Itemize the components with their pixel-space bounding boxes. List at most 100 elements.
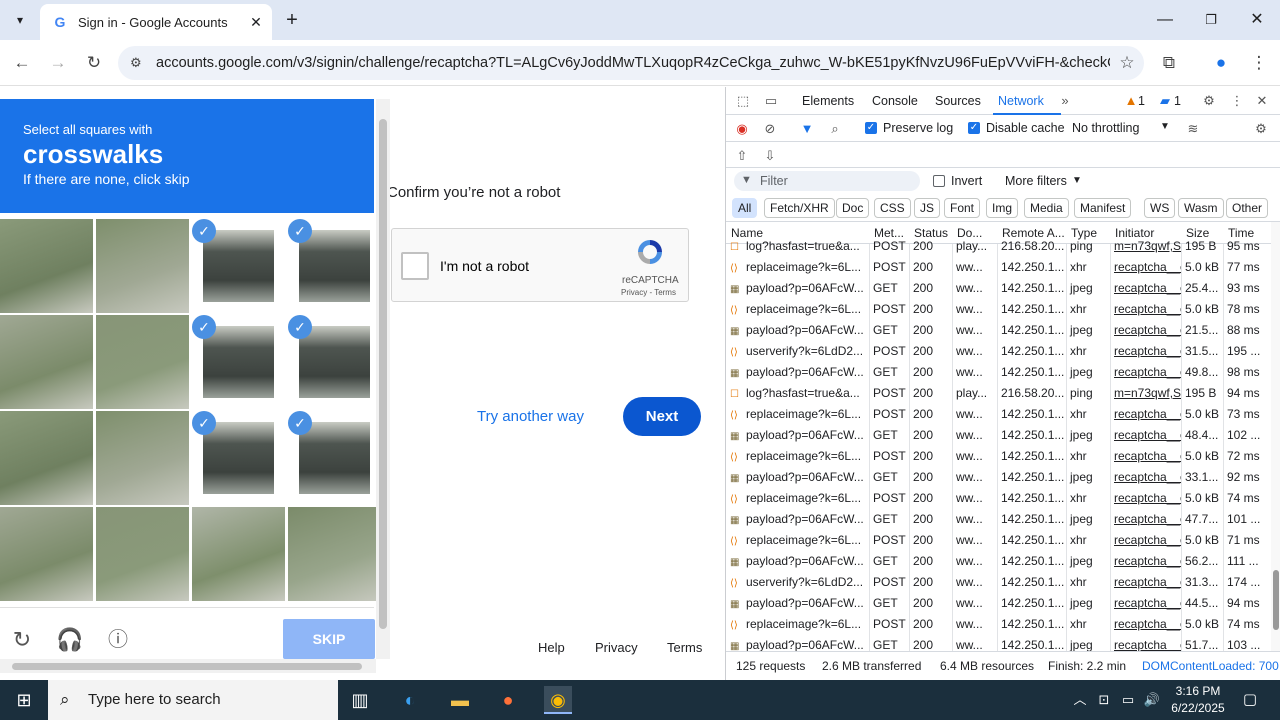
invert-checkbox[interactable] [933,175,945,187]
reload-challenge-icon[interactable]: ↻ [8,626,36,654]
preserve-log-checkbox[interactable]: ✓ [865,122,877,134]
network-table-scrollbar[interactable] [1271,222,1280,651]
export-har-icon[interactable]: ⇩ [761,147,779,165]
request-name[interactable]: ⟨⟩ replaceimage?k=6L... [726,299,869,320]
request-name[interactable]: ▦ payload?p=06AFcW... [726,320,869,341]
footer-privacy-link[interactable]: Privacy [595,640,638,655]
challenge-tile[interactable] [288,507,381,601]
throttling-chevron-icon[interactable]: ▼ [1160,121,1170,132]
network-request-row[interactable]: ⟨⟩ replaceimage?k=6L... POST 200 ww... 142.25… [726,257,1271,278]
challenge-tile[interactable] [96,315,189,409]
request-initiator[interactable]: m=n73qwf,S [1110,236,1181,257]
network-request-row[interactable]: ⟨⟩ userverify?k=6LdD2... POST 200 ww... 142.2… [726,341,1271,362]
network-request-row[interactable]: ▦ payload?p=06AFcW... GET 200 ww... 142.250.1… [726,320,1271,341]
windows-start-icon[interactable]: ⊞ [10,686,38,714]
request-initiator[interactable]: recaptcha__e [1110,320,1181,341]
more-filters-chevron-icon[interactable]: ▼ [1072,175,1082,186]
request-name[interactable]: ▦ payload?p=06AFcW... [726,509,869,530]
challenge-horizontal-scrollbar[interactable] [0,659,376,673]
profile-avatar-icon[interactable]: ● [1208,50,1234,76]
clear-icon[interactable]: ⊘ [761,120,779,138]
address-bar[interactable]: ⚙ accounts.google.com/v3/signin/challeng… [118,46,1144,80]
request-name[interactable]: ▦ payload?p=06AFcW... [726,635,869,651]
type-filter-js[interactable]: JS [914,198,941,218]
type-filter-doc[interactable]: Doc [836,198,870,218]
request-initiator[interactable]: recaptcha__e [1110,467,1181,488]
challenge-tile[interactable]: ✓ [192,315,285,409]
browser-tab[interactable]: G Sign in - Google Accounts ✕ [40,4,272,40]
notifications-icon[interactable]: ▢ [1236,686,1264,714]
network-settings-icon[interactable]: ⚙ [1252,120,1270,138]
search-icon[interactable]: ⌕ [826,120,844,138]
recaptcha-privacy-terms[interactable]: Privacy - Terms [621,288,676,297]
network-request-row[interactable]: ▦ payload?p=06AFcW... GET 200 ww... 142.250.1… [726,425,1271,446]
taskbar-clock[interactable]: 3:16 PM 6/22/2025 [1168,683,1228,717]
network-request-row[interactable]: ▦ payload?p=06AFcW... GET 200 ww... 142.250.1… [726,551,1271,572]
request-initiator[interactable]: recaptcha__e [1110,572,1181,593]
challenge-tile[interactable] [192,507,285,601]
tab-elements[interactable]: Elements [802,94,854,108]
minimize-button[interactable]: — [1150,8,1180,32]
request-name[interactable]: ☐ log?hasfast=true&a... [726,236,869,257]
import-har-icon[interactable]: ⇧ [733,147,751,165]
network-request-row[interactable]: ⟨⟩ replaceimage?k=6L... POST 200 ww... 142.25… [726,488,1271,509]
footer-terms-link[interactable]: Terms [667,640,702,655]
network-request-row[interactable]: ▦ payload?p=06AFcW... GET 200 ww... 142.250.1… [726,278,1271,299]
request-initiator[interactable]: recaptcha__e [1110,362,1181,383]
recaptcha-checkbox[interactable] [401,252,429,280]
request-name[interactable]: ⟨⟩ replaceimage?k=6L... [726,488,869,509]
network-request-row[interactable]: ▦ payload?p=06AFcW... GET 200 ww... 142.250.1… [726,509,1271,530]
site-info-icon[interactable]: ⚙ [130,55,150,71]
try-another-way-link[interactable]: Try another way [477,408,584,425]
request-initiator[interactable]: recaptcha__e [1110,551,1181,572]
request-name[interactable]: ⟨⟩ userverify?k=6LdD2... [726,341,869,362]
challenge-tile[interactable] [96,411,189,505]
back-button[interactable]: ← [9,50,35,76]
more-tabs-icon[interactable]: » [1056,92,1074,110]
request-initiator[interactable]: recaptcha__e [1110,530,1181,551]
network-request-row[interactable]: ⟨⟩ replaceimage?k=6L... POST 200 ww... 142.25… [726,299,1271,320]
request-name[interactable]: ☐ log?hasfast=true&a... [726,383,869,404]
edge-browser-icon[interactable]: ◐ [396,686,424,714]
challenge-tile[interactable] [0,219,93,313]
type-filter-other[interactable]: Other [1226,198,1269,218]
chrome-taskbar-icon[interactable]: ◉ [544,686,572,714]
request-name[interactable]: ⟨⟩ replaceimage?k=6L... [726,404,869,425]
request-initiator[interactable]: recaptcha__e [1110,299,1181,320]
network-request-row[interactable]: ⟨⟩ replaceimage?k=6L... POST 200 ww... 142.25… [726,614,1271,635]
request-initiator[interactable]: recaptcha__e [1110,278,1181,299]
firefox-icon[interactable]: ● [494,686,522,714]
restore-button[interactable]: ❐ [1196,8,1226,32]
network-request-row[interactable]: ☐ log?hasfast=true&a... POST 200 play... 216.… [726,383,1271,404]
footer-help-link[interactable]: Help [538,640,565,655]
challenge-tile[interactable] [96,219,189,313]
close-window-button[interactable]: ✕ [1242,8,1272,32]
throttling-select[interactable]: No throttling [1072,121,1139,135]
network-request-row[interactable]: ▦ payload?p=06AFcW... GET 200 ww... 142.250.1… [726,593,1271,614]
disable-cache-checkbox[interactable]: ✓ [968,122,980,134]
tab-console[interactable]: Console [872,94,918,108]
more-filters-dropdown[interactable]: More filters [1005,174,1067,188]
request-initiator[interactable]: recaptcha__e [1110,446,1181,467]
request-initiator[interactable]: recaptcha__e [1110,593,1181,614]
request-name[interactable]: ⟨⟩ replaceimage?k=6L... [726,257,869,278]
type-filter-img[interactable]: Img [986,198,1019,218]
close-devtools-icon[interactable]: ✕ [1253,92,1271,110]
filter-funnel-icon[interactable]: ▼ [798,120,816,138]
type-filter-media[interactable]: Media [1024,198,1069,218]
request-initiator[interactable]: m=n73qwf,S [1110,383,1181,404]
request-name[interactable]: ▦ payload?p=06AFcW... [726,278,869,299]
network-request-row[interactable]: ⟨⟩ replaceimage?k=6L... POST 200 ww... 142.25… [726,530,1271,551]
type-filter-all[interactable]: All [732,198,758,218]
network-request-row[interactable]: ☐ log?hasfast=true&a... POST 200 play... 216.… [726,236,1271,257]
type-filter-manifest[interactable]: Manifest [1074,198,1132,218]
record-stop-icon[interactable]: ◉ [733,120,751,138]
type-filter-wasm[interactable]: Wasm [1178,198,1224,218]
task-view-icon[interactable]: ▥ [346,686,374,714]
request-name[interactable]: ⟨⟩ replaceimage?k=6L... [726,614,869,635]
devtools-menu-icon[interactable]: ⋮ [1228,92,1246,110]
network-request-row[interactable]: ⟨⟩ replaceimage?k=6L... POST 200 ww... 142.25… [726,446,1271,467]
extensions-icon[interactable]: ⧉ [1156,50,1182,76]
type-filter-fetchxhr[interactable]: Fetch/XHR [764,198,835,218]
forward-button[interactable]: → [45,50,71,76]
